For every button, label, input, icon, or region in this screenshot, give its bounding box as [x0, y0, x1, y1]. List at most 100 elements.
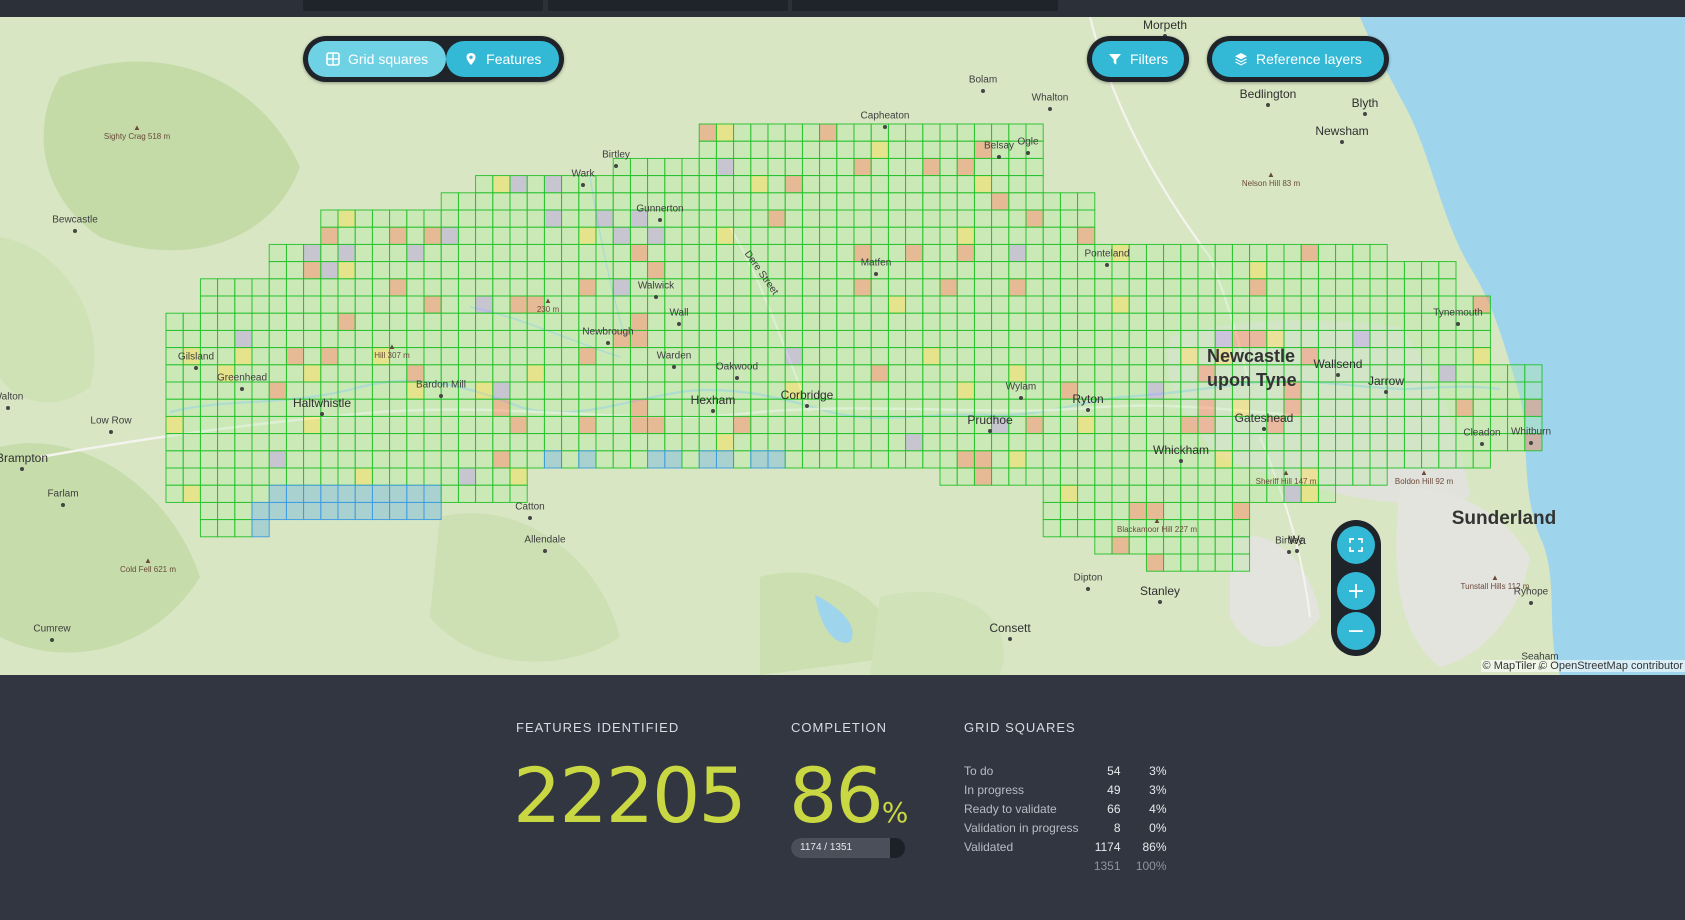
- grid-square[interactable]: [922, 433, 941, 452]
- grid-square[interactable]: [1300, 312, 1319, 331]
- grid-square[interactable]: [1025, 278, 1044, 297]
- grid-square[interactable]: [371, 467, 391, 486]
- grid-square[interactable]: [767, 329, 786, 349]
- grid-square[interactable]: [870, 364, 889, 383]
- grid-square[interactable]: [887, 450, 907, 469]
- grid-square[interactable]: [1214, 467, 1233, 486]
- grid-square[interactable]: [1042, 347, 1061, 366]
- grid-square[interactable]: [1042, 467, 1061, 486]
- grid-square[interactable]: [475, 381, 494, 400]
- grid-square[interactable]: [406, 433, 425, 452]
- grid-square[interactable]: [1283, 243, 1302, 263]
- grid-square[interactable]: [1128, 433, 1147, 452]
- grid-square[interactable]: [836, 243, 855, 263]
- grid-square[interactable]: [853, 450, 872, 469]
- grid-square[interactable]: [1180, 381, 1199, 400]
- grid-square[interactable]: [492, 364, 511, 383]
- grid-square[interactable]: [268, 450, 287, 469]
- grid-square[interactable]: [922, 295, 941, 314]
- grid-square[interactable]: [715, 312, 735, 331]
- grid-square[interactable]: [767, 209, 786, 228]
- grid-square[interactable]: [492, 381, 511, 400]
- grid-square[interactable]: [561, 261, 580, 280]
- grid-square[interactable]: [973, 381, 993, 400]
- grid-square[interactable]: [337, 433, 356, 452]
- grid-square[interactable]: [320, 415, 339, 435]
- grid-square[interactable]: [750, 433, 769, 452]
- grid-square[interactable]: [217, 484, 236, 503]
- grid-square[interactable]: [1094, 278, 1113, 297]
- grid-square[interactable]: [268, 381, 287, 400]
- grid-square[interactable]: [457, 415, 477, 435]
- grid-square[interactable]: [956, 329, 975, 349]
- grid-square[interactable]: [973, 226, 993, 245]
- grid-square[interactable]: [922, 261, 941, 280]
- grid-square[interactable]: [1059, 261, 1079, 280]
- grid-square[interactable]: [733, 209, 752, 228]
- grid-square[interactable]: [268, 295, 287, 314]
- grid-square[interactable]: [561, 243, 580, 263]
- grid-square[interactable]: [337, 467, 356, 486]
- grid-square[interactable]: [561, 450, 580, 469]
- reference-layers-button[interactable]: Reference layers: [1212, 41, 1384, 77]
- grid-square[interactable]: [1025, 209, 1044, 228]
- grid-square[interactable]: [543, 278, 563, 297]
- grid-square[interactable]: [182, 467, 201, 486]
- grid-square[interactable]: [1249, 484, 1268, 503]
- grid-square[interactable]: [905, 381, 924, 400]
- grid-square[interactable]: [1421, 347, 1440, 366]
- grid-square[interactable]: [1145, 243, 1165, 263]
- grid-square[interactable]: [922, 226, 941, 245]
- grid-square[interactable]: [561, 329, 580, 349]
- grid-square[interactable]: [647, 450, 666, 469]
- grid-square[interactable]: [1008, 192, 1027, 211]
- grid-square[interactable]: [1180, 312, 1199, 331]
- grid-square[interactable]: [303, 243, 322, 263]
- grid-square[interactable]: [870, 450, 889, 469]
- grid-square[interactable]: [423, 450, 442, 469]
- grid-square[interactable]: [561, 415, 580, 435]
- grid-square[interactable]: [819, 364, 838, 383]
- grid-square[interactable]: [870, 226, 889, 245]
- grid-square[interactable]: [1386, 450, 1405, 469]
- grid-square[interactable]: [887, 433, 907, 452]
- grid-square[interactable]: [1111, 364, 1130, 383]
- grid-square[interactable]: [1042, 226, 1061, 245]
- grid-square[interactable]: [1489, 364, 1509, 383]
- grid-square[interactable]: [836, 347, 855, 366]
- grid-square[interactable]: [440, 433, 459, 452]
- grid-square[interactable]: [492, 209, 511, 228]
- grid-square[interactable]: [1025, 312, 1044, 331]
- grid-square[interactable]: [251, 501, 270, 521]
- grid-square[interactable]: [887, 398, 907, 417]
- grid-square[interactable]: [836, 175, 855, 194]
- grid-square[interactable]: [457, 278, 477, 297]
- grid-square[interactable]: [1335, 312, 1354, 331]
- grid-square[interactable]: [457, 398, 477, 417]
- grid-square[interactable]: [836, 381, 855, 400]
- grid-square[interactable]: [1438, 278, 1457, 297]
- grid-square[interactable]: [475, 415, 494, 435]
- grid-square[interactable]: [784, 278, 803, 297]
- grid-square[interactable]: [1042, 450, 1061, 469]
- map-attribution[interactable]: © MapTiler © OpenStreetMap contributor: [1480, 660, 1685, 672]
- grid-square[interactable]: [905, 243, 924, 263]
- grid-square[interactable]: [251, 329, 270, 349]
- grid-square[interactable]: [612, 226, 631, 245]
- grid-square[interactable]: [182, 398, 201, 417]
- grid-square[interactable]: [664, 433, 683, 452]
- grid-square[interactable]: [1008, 175, 1027, 194]
- grid-square[interactable]: [1077, 209, 1096, 228]
- grid-square[interactable]: [234, 415, 253, 435]
- grid-square[interactable]: [578, 364, 597, 383]
- grid-square[interactable]: [1231, 501, 1251, 521]
- grid-square[interactable]: [561, 192, 580, 211]
- grid-square[interactable]: [939, 467, 958, 486]
- grid-square[interactable]: [1145, 536, 1165, 555]
- grid-square[interactable]: [285, 467, 305, 486]
- grid-square[interactable]: [905, 450, 924, 469]
- grid-square[interactable]: [1249, 450, 1268, 469]
- grid-square[interactable]: [457, 261, 477, 280]
- grid-square[interactable]: [1472, 450, 1491, 469]
- grid-square[interactable]: [715, 450, 735, 469]
